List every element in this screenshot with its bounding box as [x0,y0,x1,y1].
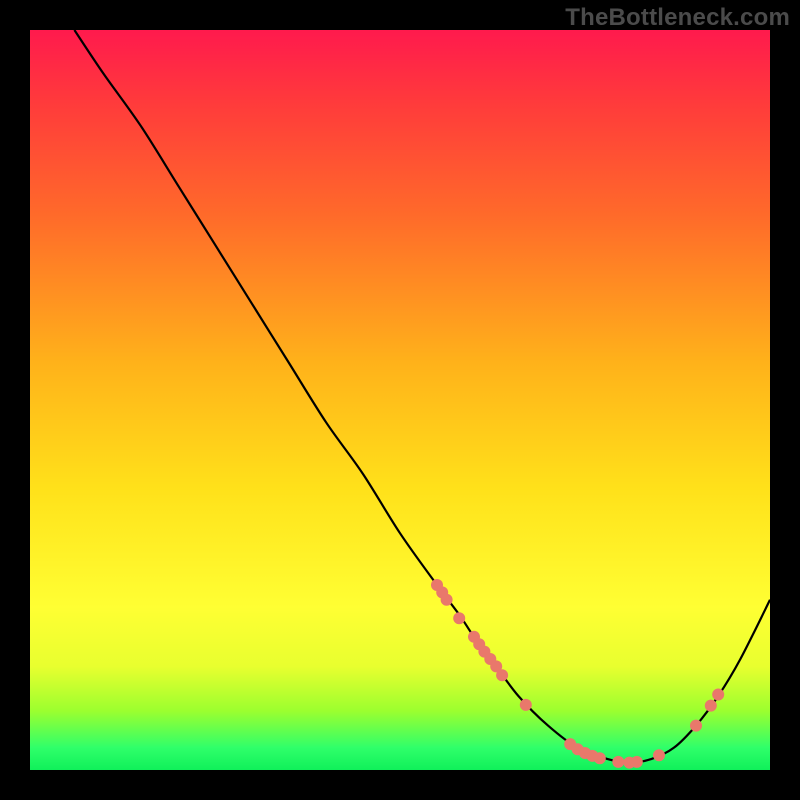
chart-svg [30,30,770,770]
curve-markers [431,579,724,769]
curve-marker [441,594,453,606]
curve-marker [453,612,465,624]
curve-marker [653,749,665,761]
bottleneck-curve [74,30,770,763]
curve-marker [520,699,532,711]
curve-marker [612,756,624,768]
curve-marker [712,689,724,701]
plot-area [30,30,770,770]
curve-marker [594,752,606,764]
curve-marker [496,669,508,681]
curve-marker [690,720,702,732]
watermark-text: TheBottleneck.com [565,4,790,32]
curve-marker [631,756,643,768]
curve-marker [705,700,717,712]
